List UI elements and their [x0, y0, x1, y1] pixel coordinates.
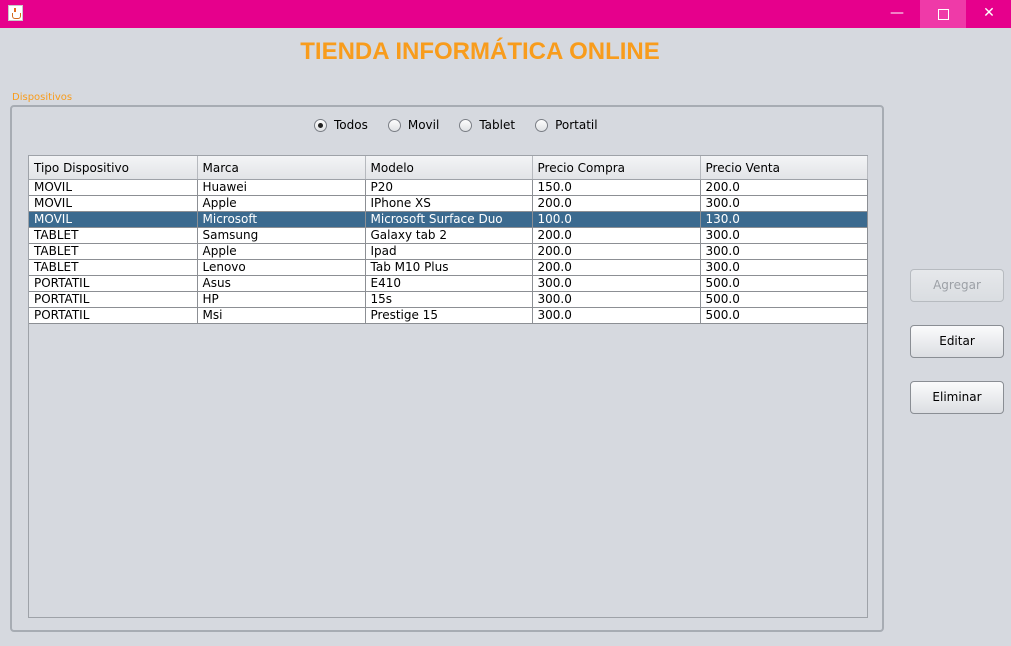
table-cell[interactable]: TABLET [29, 227, 198, 244]
table-cell[interactable]: 300.0 [700, 259, 868, 276]
table-row[interactable]: PORTATIL Asus E410 300.0 500.0 [29, 275, 868, 292]
table-cell[interactable]: Microsoft [197, 211, 366, 228]
table-cell[interactable]: Prestige 15 [365, 307, 533, 324]
radio-button[interactable] [459, 118, 473, 132]
minimize-button[interactable]: — [874, 0, 920, 28]
table-cell[interactable]: Huawei [197, 179, 366, 196]
table-cell[interactable]: 130.0 [700, 211, 868, 228]
table-cell[interactable]: PORTATIL [29, 275, 198, 292]
table-cell[interactable]: 200.0 [532, 195, 701, 212]
table-cell[interactable]: 150.0 [532, 179, 701, 196]
column-header-tipo[interactable]: Tipo Dispositivo [29, 156, 198, 180]
filter-tablet[interactable]: Tablet [459, 118, 515, 132]
devices-table[interactable]: Tipo Dispositivo Marca Modelo Precio Com… [28, 155, 868, 618]
filter-label: Portatil [555, 118, 598, 132]
java-cup-icon[interactable] [8, 5, 23, 21]
table-cell[interactable]: Microsoft Surface Duo [365, 211, 533, 228]
column-header-precio-venta[interactable]: Precio Venta [700, 156, 868, 180]
table-cell[interactable]: Apple [197, 243, 366, 260]
table-cell[interactable]: 500.0 [700, 291, 868, 308]
table-cell[interactable]: P20 [365, 179, 533, 196]
table-cell[interactable]: 300.0 [700, 227, 868, 244]
table-row[interactable]: MOVIL Apple IPhone XS 200.0 300.0 [29, 195, 868, 212]
table-cell[interactable]: 300.0 [532, 291, 701, 308]
page-title: TIENDA INFORMÁTICA ONLINE [300, 38, 660, 65]
delete-button[interactable]: Eliminar [910, 381, 1004, 414]
filter-todos[interactable]: Todos [314, 118, 368, 132]
table-row[interactable]: TABLET Apple Ipad 200.0 300.0 [29, 243, 868, 260]
table-row[interactable]: PORTATIL HP 15s 300.0 500.0 [29, 291, 868, 308]
table-cell[interactable]: MOVIL [29, 179, 198, 196]
table-cell[interactable]: 300.0 [532, 307, 701, 324]
table-cell[interactable]: 200.0 [532, 259, 701, 276]
column-header-precio-compra[interactable]: Precio Compra [532, 156, 701, 180]
table-cell[interactable]: IPhone XS [365, 195, 533, 212]
table-cell[interactable]: TABLET [29, 243, 198, 260]
table-cell[interactable]: 300.0 [532, 275, 701, 292]
radio-button[interactable] [387, 118, 401, 132]
maximize-button[interactable] [920, 0, 966, 28]
table-cell[interactable]: 15s [365, 291, 533, 308]
table-row[interactable]: MOVIL Huawei P20 150.0 200.0 [29, 179, 868, 196]
group-title: Dispositivos [12, 92, 73, 103]
table-cell[interactable]: 300.0 [700, 195, 868, 212]
radio-button-checked[interactable] [314, 118, 327, 132]
table-cell[interactable]: 500.0 [700, 307, 868, 324]
maximize-icon [937, 9, 949, 20]
table-cell[interactable]: MOVIL [29, 195, 198, 212]
table-cell[interactable]: HP [197, 291, 366, 308]
table-cell[interactable]: 500.0 [700, 275, 868, 292]
radio-button[interactable] [535, 118, 549, 132]
table-cell[interactable]: Tab M10 Plus [365, 259, 533, 276]
table-cell[interactable]: Galaxy tab 2 [365, 227, 533, 244]
add-button[interactable]: Agregar [910, 269, 1004, 302]
table-cell[interactable]: Samsung [197, 227, 366, 244]
table-cell[interactable]: Asus [197, 275, 366, 292]
table-cell[interactable]: PORTATIL [29, 307, 198, 324]
table-cell[interactable]: PORTATIL [29, 291, 198, 308]
filter-label: Todos [334, 118, 368, 132]
table-cell[interactable]: Msi [197, 307, 366, 324]
device-filter: Todos Movil Tablet Portatil [314, 118, 618, 132]
filter-label: Tablet [479, 118, 516, 132]
column-header-modelo[interactable]: Modelo [365, 156, 533, 180]
table-row[interactable]: MOVIL Microsoft Microsoft Surface Duo 100.0… [29, 211, 868, 228]
table-cell[interactable]: 300.0 [700, 243, 868, 260]
table-cell[interactable]: E410 [365, 275, 533, 292]
table-cell[interactable]: 200.0 [700, 179, 868, 196]
table-cell[interactable]: TABLET [29, 259, 198, 276]
table-cell[interactable]: 200.0 [532, 243, 701, 260]
table-row[interactable]: TABLET Lenovo Tab M10 Plus 200.0 300.0 [29, 259, 868, 276]
filter-movil[interactable]: Movil [387, 118, 440, 132]
table-cell[interactable]: 100.0 [532, 211, 701, 228]
filter-label: Movil [407, 118, 440, 132]
filter-portatil[interactable]: Portatil [535, 118, 598, 132]
table-header: Tipo Dispositivo Marca Modelo Precio Com… [29, 156, 868, 180]
edit-button[interactable]: Editar [910, 325, 1004, 358]
table-cell[interactable]: 200.0 [532, 227, 701, 244]
table-cell[interactable]: Ipad [365, 243, 533, 260]
table-cell[interactable]: Apple [197, 195, 366, 212]
title-bar: — ✕ [0, 0, 1011, 28]
table-cell[interactable]: MOVIL [29, 211, 198, 228]
table-row[interactable]: PORTATIL Msi Prestige 15 300.0 500.0 [29, 307, 868, 324]
table-row[interactable]: TABLET Samsung Galaxy tab 2 200.0 300.0 [29, 227, 868, 244]
close-button[interactable]: ✕ [966, 0, 1011, 28]
table-cell[interactable]: Lenovo [197, 259, 366, 276]
column-header-marca[interactable]: Marca [197, 156, 366, 180]
